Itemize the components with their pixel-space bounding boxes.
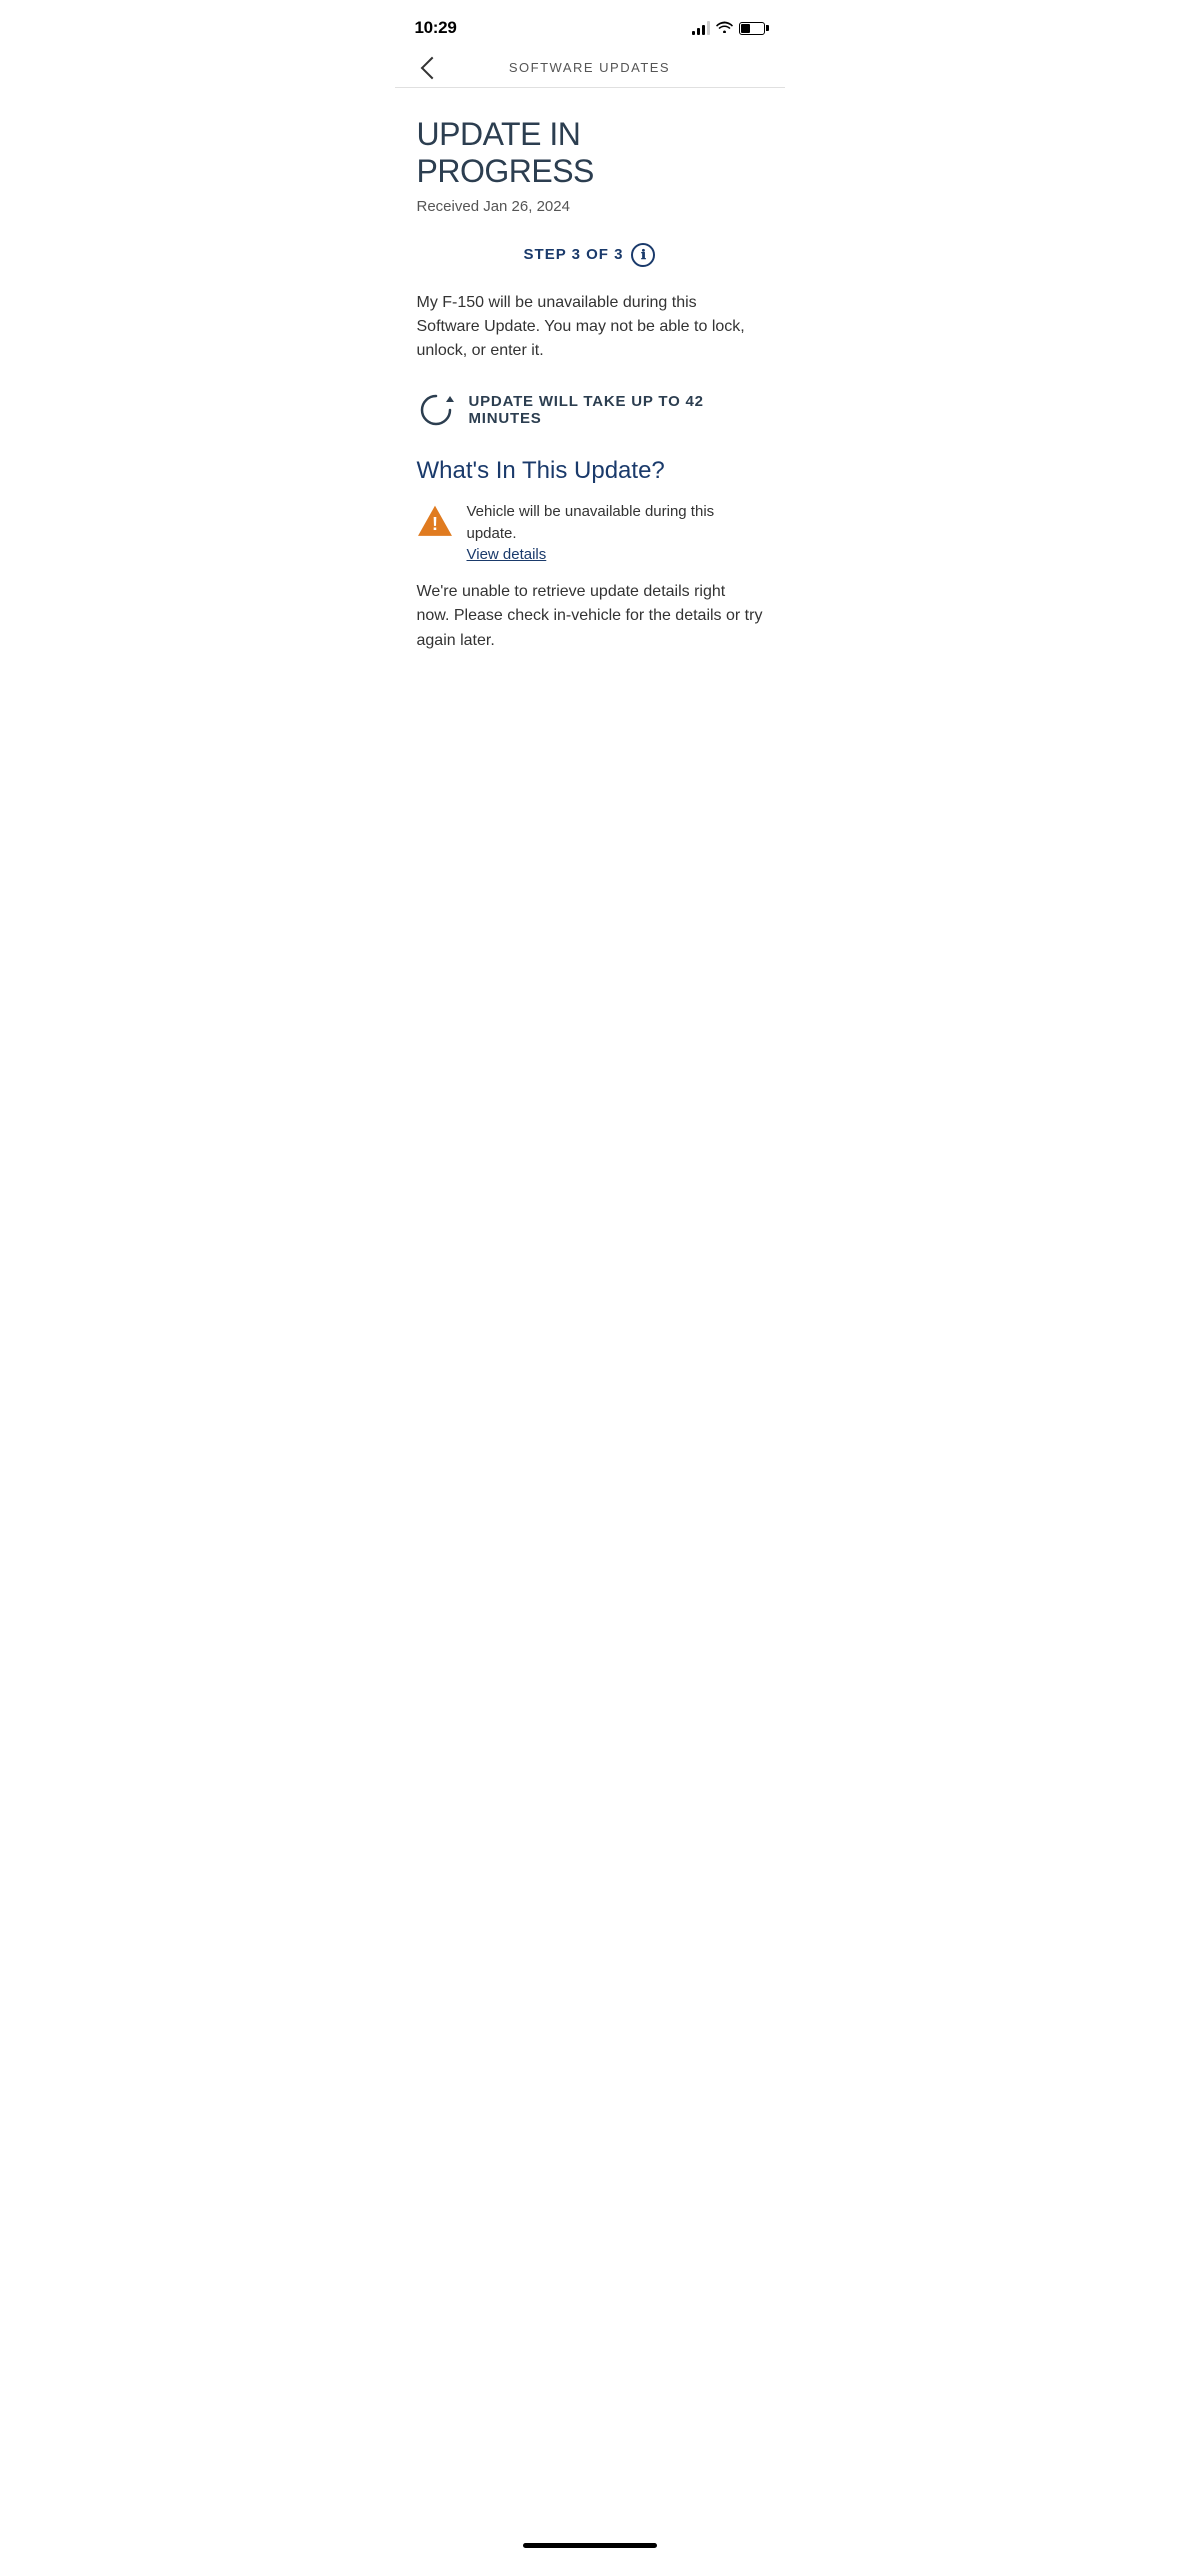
main-content: UPDATE IN PROGRESS Received Jan 26, 2024…	[395, 88, 785, 654]
vehicle-unavailable-text: Vehicle will be unavailable during this …	[467, 501, 763, 546]
home-indicator	[523, 2543, 657, 2548]
step-text: STEP 3 OF 3	[524, 246, 624, 263]
update-detail-text: Vehicle will be unavailable during this …	[467, 501, 763, 564]
received-date: Received Jan 26, 2024	[417, 198, 763, 215]
info-icon: ℹ	[641, 247, 646, 263]
warning-description: My F-150 will be unavailable during this…	[417, 291, 763, 363]
page-title: SOFTWARE UPDATES	[509, 60, 670, 75]
warning-triangle-icon: !	[417, 503, 453, 539]
update-details-row: ! Vehicle will be unavailable during thi…	[417, 501, 763, 564]
status-bar: 10:29	[395, 0, 785, 50]
status-time: 10:29	[415, 18, 457, 38]
refresh-icon	[417, 391, 455, 429]
step-indicator: STEP 3 OF 3 ℹ	[417, 243, 763, 267]
whats-in-update-title: What's In This Update?	[417, 457, 763, 485]
nav-bar: SOFTWARE UPDATES	[395, 50, 785, 88]
update-duration-row: UPDATE WILL TAKE UP TO 42 MINUTES	[417, 391, 763, 429]
view-details-link[interactable]: View details	[467, 546, 547, 563]
wifi-icon	[716, 20, 733, 36]
info-button[interactable]: ℹ	[631, 243, 655, 267]
battery-icon	[739, 22, 765, 35]
signal-icon	[692, 21, 710, 35]
status-icons	[692, 20, 765, 36]
svg-text:!: !	[432, 514, 438, 534]
chevron-left-icon	[420, 56, 443, 79]
back-button[interactable]	[415, 56, 444, 80]
duration-text: UPDATE WILL TAKE UP TO 42 MINUTES	[469, 393, 763, 427]
error-text: We're unable to retrieve update details …	[417, 580, 763, 654]
update-status-title: UPDATE IN PROGRESS	[417, 116, 763, 190]
